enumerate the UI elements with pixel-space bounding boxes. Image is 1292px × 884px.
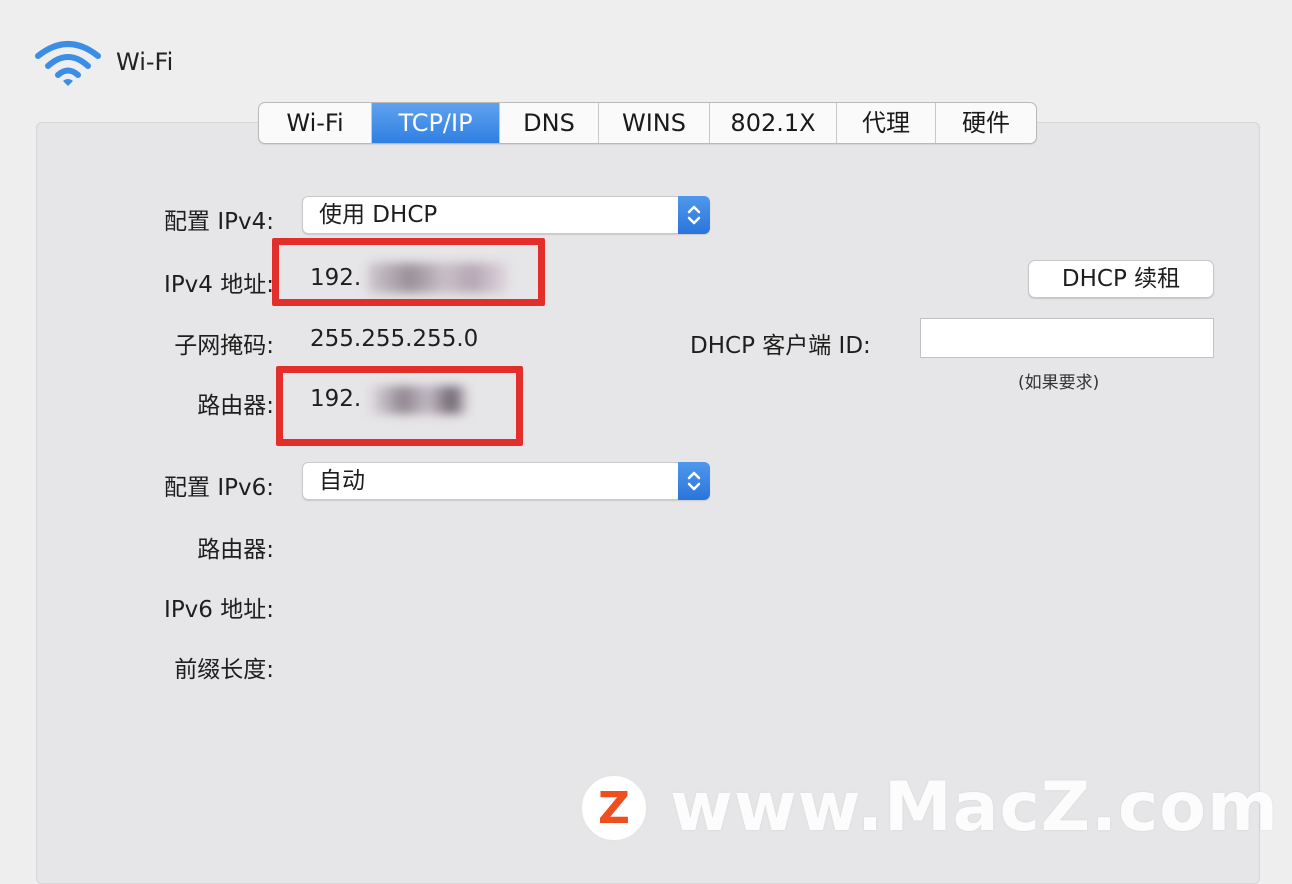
window-title: Wi-Fi	[116, 48, 174, 76]
tab-proxy[interactable]: 代理	[837, 103, 936, 143]
configure-ipv4-select[interactable]: 使用 DHCP	[302, 196, 710, 234]
select-stepper-icon	[678, 196, 710, 234]
configure-ipv6-value: 自动	[319, 468, 365, 494]
dhcp-renew-button[interactable]: DHCP 续租	[1028, 260, 1214, 298]
subnet-mask-value: 255.255.255.0	[310, 326, 479, 352]
configure-ipv4-value: 使用 DHCP	[319, 202, 438, 228]
header: Wi-Fi	[34, 34, 173, 90]
macz-logo-letter: Z	[598, 783, 630, 834]
ipv6-router-label: 路由器:	[197, 537, 274, 563]
highlight-box-router	[276, 366, 523, 446]
macz-logo-icon: Z	[580, 774, 648, 842]
configure-ipv6-select[interactable]: 自动	[302, 462, 710, 500]
highlight-box-ipv4	[272, 238, 545, 306]
router-label: 路由器:	[197, 393, 274, 419]
watermark-text: www.MacZ.com	[670, 768, 1279, 847]
dhcp-client-id-field[interactable]	[920, 318, 1214, 358]
tab-8021x[interactable]: 802.1X	[710, 103, 837, 143]
tab-tcpip[interactable]: TCP/IP	[372, 103, 500, 143]
tab-bar: Wi-Fi TCP/IP DNS WINS 802.1X 代理 硬件	[258, 102, 1037, 144]
tab-hardware[interactable]: 硬件	[936, 103, 1036, 143]
tab-dns[interactable]: DNS	[500, 103, 599, 143]
select-stepper-icon	[678, 462, 710, 500]
ipv4-address-label: IPv4 地址:	[164, 272, 274, 298]
subnet-mask-label: 子网掩码:	[174, 333, 274, 359]
tab-wifi[interactable]: Wi-Fi	[259, 103, 372, 143]
prefix-length-label: 前缀长度:	[174, 657, 274, 683]
tab-wins[interactable]: WINS	[599, 103, 710, 143]
wifi-icon	[35, 41, 101, 86]
configure-ipv4-label: 配置 IPv4:	[164, 209, 274, 235]
dhcp-client-id-label: DHCP 客户端 ID:	[690, 333, 871, 359]
ipv6-address-label: IPv6 地址:	[164, 597, 274, 623]
dhcp-client-id-hint: (如果要求)	[1018, 373, 1100, 393]
configure-ipv6-label: 配置 IPv6:	[164, 475, 274, 501]
